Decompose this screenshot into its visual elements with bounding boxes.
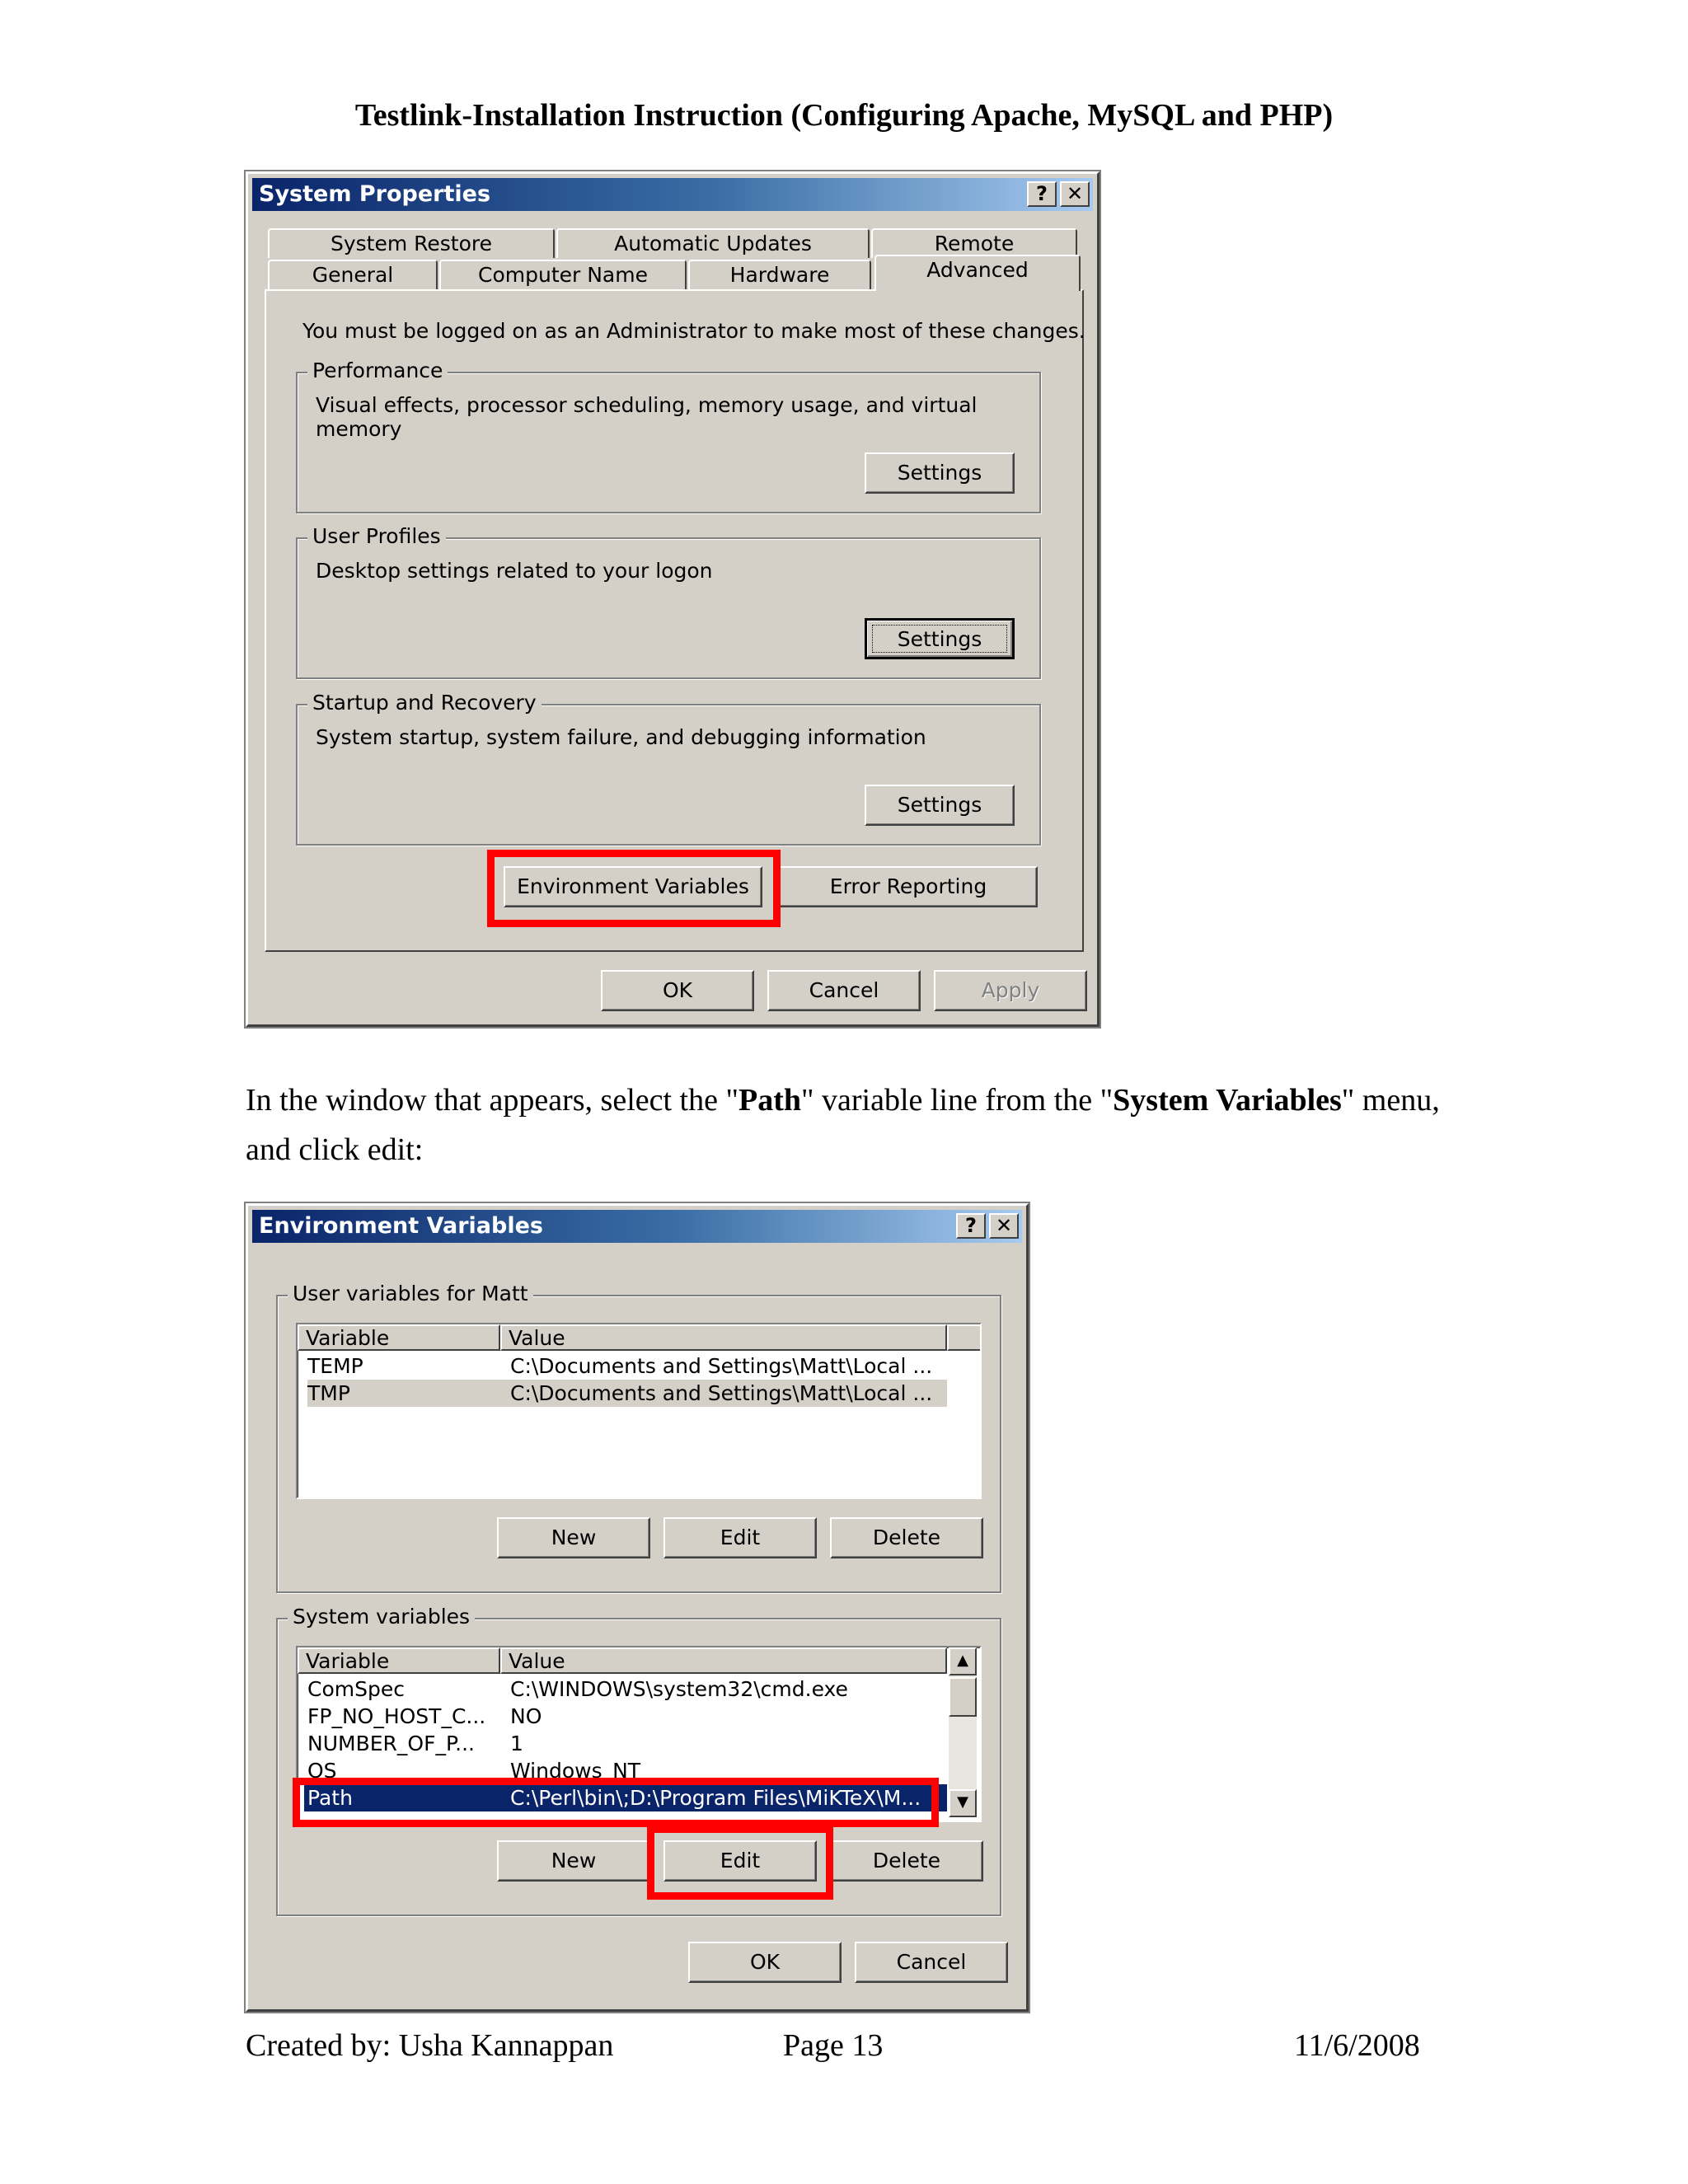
tab-computer-name[interactable]: Computer Name (439, 260, 687, 289)
system-variables-group: System variables Variable Value ComSpec … (276, 1605, 1001, 1916)
page-title: Testlink-Installation Instruction (Confi… (354, 98, 1334, 133)
user-profiles-settings-button[interactable]: Settings (865, 618, 1015, 659)
row-variable: TMP (307, 1381, 350, 1405)
scroll-down-arrow-icon[interactable]: ▼ (949, 1789, 977, 1817)
admin-note: You must be logged on as an Administrato… (302, 319, 1085, 343)
table-row[interactable]: NUMBER_OF_P... 1 (298, 1730, 947, 1757)
column-header-variable[interactable]: Variable (298, 1324, 500, 1351)
scroll-up-arrow-icon[interactable]: ▲ (949, 1647, 977, 1675)
performance-label: Performance (307, 359, 448, 382)
column-header-value[interactable]: Value (500, 1324, 947, 1351)
user-delete-button[interactable]: Delete (830, 1517, 983, 1558)
row-value: C:\Documents and Settings\Matt\Local ... (510, 1381, 933, 1405)
system-properties-dialog: System Properties ? ✕ System Restore Aut… (246, 171, 1100, 1027)
para-text-2: " variable line from the " (800, 1083, 1114, 1118)
environment-variables-dialog: Environment Variables ? ✕ User variables… (246, 1203, 1029, 2012)
ok-button[interactable]: OK (688, 1942, 842, 1983)
user-variables-group: User variables for Matt Variable Value T… (276, 1282, 1001, 1593)
row-variable: ComSpec (307, 1677, 405, 1701)
footer-author: Created by: Usha Kannappan (246, 2028, 614, 2063)
row-variable: NUMBER_OF_P... (307, 1732, 475, 1755)
user-profiles-description: Desktop settings related to your logon (316, 559, 713, 583)
tab-automatic-updates[interactable]: Automatic Updates (556, 228, 870, 258)
row-value: NO (510, 1704, 542, 1728)
user-profiles-label: User Profiles (307, 524, 446, 548)
system-new-button[interactable]: New (497, 1840, 650, 1882)
edit-button-highlight (647, 1825, 833, 1900)
table-row[interactable]: TEMP C:\Documents and Settings\Matt\Loca… (298, 1352, 947, 1380)
startup-recovery-label: Startup and Recovery (307, 691, 542, 715)
performance-group: Performance Visual effects, processor sc… (296, 359, 1041, 513)
performance-description: Visual effects, processor scheduling, me… (316, 393, 978, 441)
startup-recovery-settings-button[interactable]: Settings (865, 785, 1015, 826)
scroll-thumb[interactable] (949, 1677, 977, 1717)
error-reporting-button[interactable]: Error Reporting (779, 866, 1038, 907)
ok-button[interactable]: OK (601, 970, 754, 1011)
cancel-button[interactable]: Cancel (855, 1942, 1008, 1983)
startup-recovery-group: Startup and Recovery System startup, sys… (296, 691, 1041, 846)
user-edit-button[interactable]: Edit (663, 1517, 817, 1558)
column-header-variable[interactable]: Variable (298, 1647, 500, 1674)
user-new-button[interactable]: New (497, 1517, 650, 1558)
footer-page-number: Page 13 (783, 2028, 884, 2063)
startup-recovery-description: System startup, system failure, and debu… (316, 725, 926, 749)
user-variables-label: User variables for Matt (288, 1282, 533, 1305)
system-new-label: New (551, 1849, 597, 1872)
vertical-scrollbar[interactable]: ▲ ▼ (949, 1647, 977, 1817)
path-row-highlight (293, 1778, 939, 1827)
focus-rect (872, 625, 1007, 653)
system-properties-titlebar[interactable]: System Properties ? ✕ (252, 178, 1093, 211)
para-bold-path: Path (738, 1083, 801, 1118)
tab-system-restore[interactable]: System Restore (268, 228, 555, 258)
table-row[interactable]: ComSpec C:\WINDOWS\system32\cmd.exe (298, 1675, 947, 1703)
system-delete-label: Delete (872, 1849, 941, 1872)
help-button[interactable]: ? (956, 1213, 986, 1239)
apply-button[interactable]: Apply (934, 970, 1087, 1011)
dialog-title: System Properties (259, 181, 491, 207)
user-edit-label: Edit (720, 1526, 761, 1549)
tab-remote[interactable]: Remote (871, 228, 1077, 258)
help-button[interactable]: ? (1027, 181, 1057, 207)
user-delete-label: Delete (872, 1526, 941, 1549)
system-variables-label: System variables (288, 1605, 476, 1629)
row-variable: TEMP (307, 1354, 363, 1378)
row-value: 1 (510, 1732, 523, 1755)
close-button[interactable]: ✕ (989, 1213, 1019, 1239)
column-header-filler (947, 1324, 980, 1351)
environment-variables-highlight (487, 850, 781, 927)
performance-settings-button[interactable]: Settings (865, 452, 1015, 494)
para-bold-system-variables: System Variables (1113, 1083, 1342, 1118)
system-delete-button[interactable]: Delete (830, 1840, 983, 1882)
footer-date: 11/6/2008 (1294, 2028, 1420, 2063)
cancel-button[interactable]: Cancel (767, 970, 921, 1011)
dialog-title: Environment Variables (259, 1213, 543, 1239)
instruction-paragraph: In the window that appears, select the "… (246, 1076, 1441, 1174)
user-variables-list[interactable]: Variable Value TEMP C:\Documents and Set… (296, 1323, 982, 1499)
row-value: C:\Documents and Settings\Matt\Local ... (510, 1354, 933, 1378)
close-button[interactable]: ✕ (1060, 181, 1090, 207)
row-value: C:\WINDOWS\system32\cmd.exe (510, 1677, 848, 1701)
environment-variables-titlebar[interactable]: Environment Variables ? ✕ (252, 1210, 1022, 1243)
user-new-label: New (551, 1526, 597, 1549)
para-text-1: In the window that appears, select the " (246, 1083, 738, 1118)
tab-advanced[interactable]: Advanced (874, 255, 1081, 291)
row-variable: FP_NO_HOST_C... (307, 1704, 486, 1728)
table-row[interactable]: FP_NO_HOST_C... NO (298, 1703, 947, 1730)
tab-general[interactable]: General (268, 260, 438, 289)
tab-hardware[interactable]: Hardware (688, 260, 871, 289)
column-header-value[interactable]: Value (500, 1647, 947, 1674)
user-profiles-group: User Profiles Desktop settings related t… (296, 524, 1041, 679)
table-row[interactable]: TMP C:\Documents and Settings\Matt\Local… (307, 1380, 947, 1407)
